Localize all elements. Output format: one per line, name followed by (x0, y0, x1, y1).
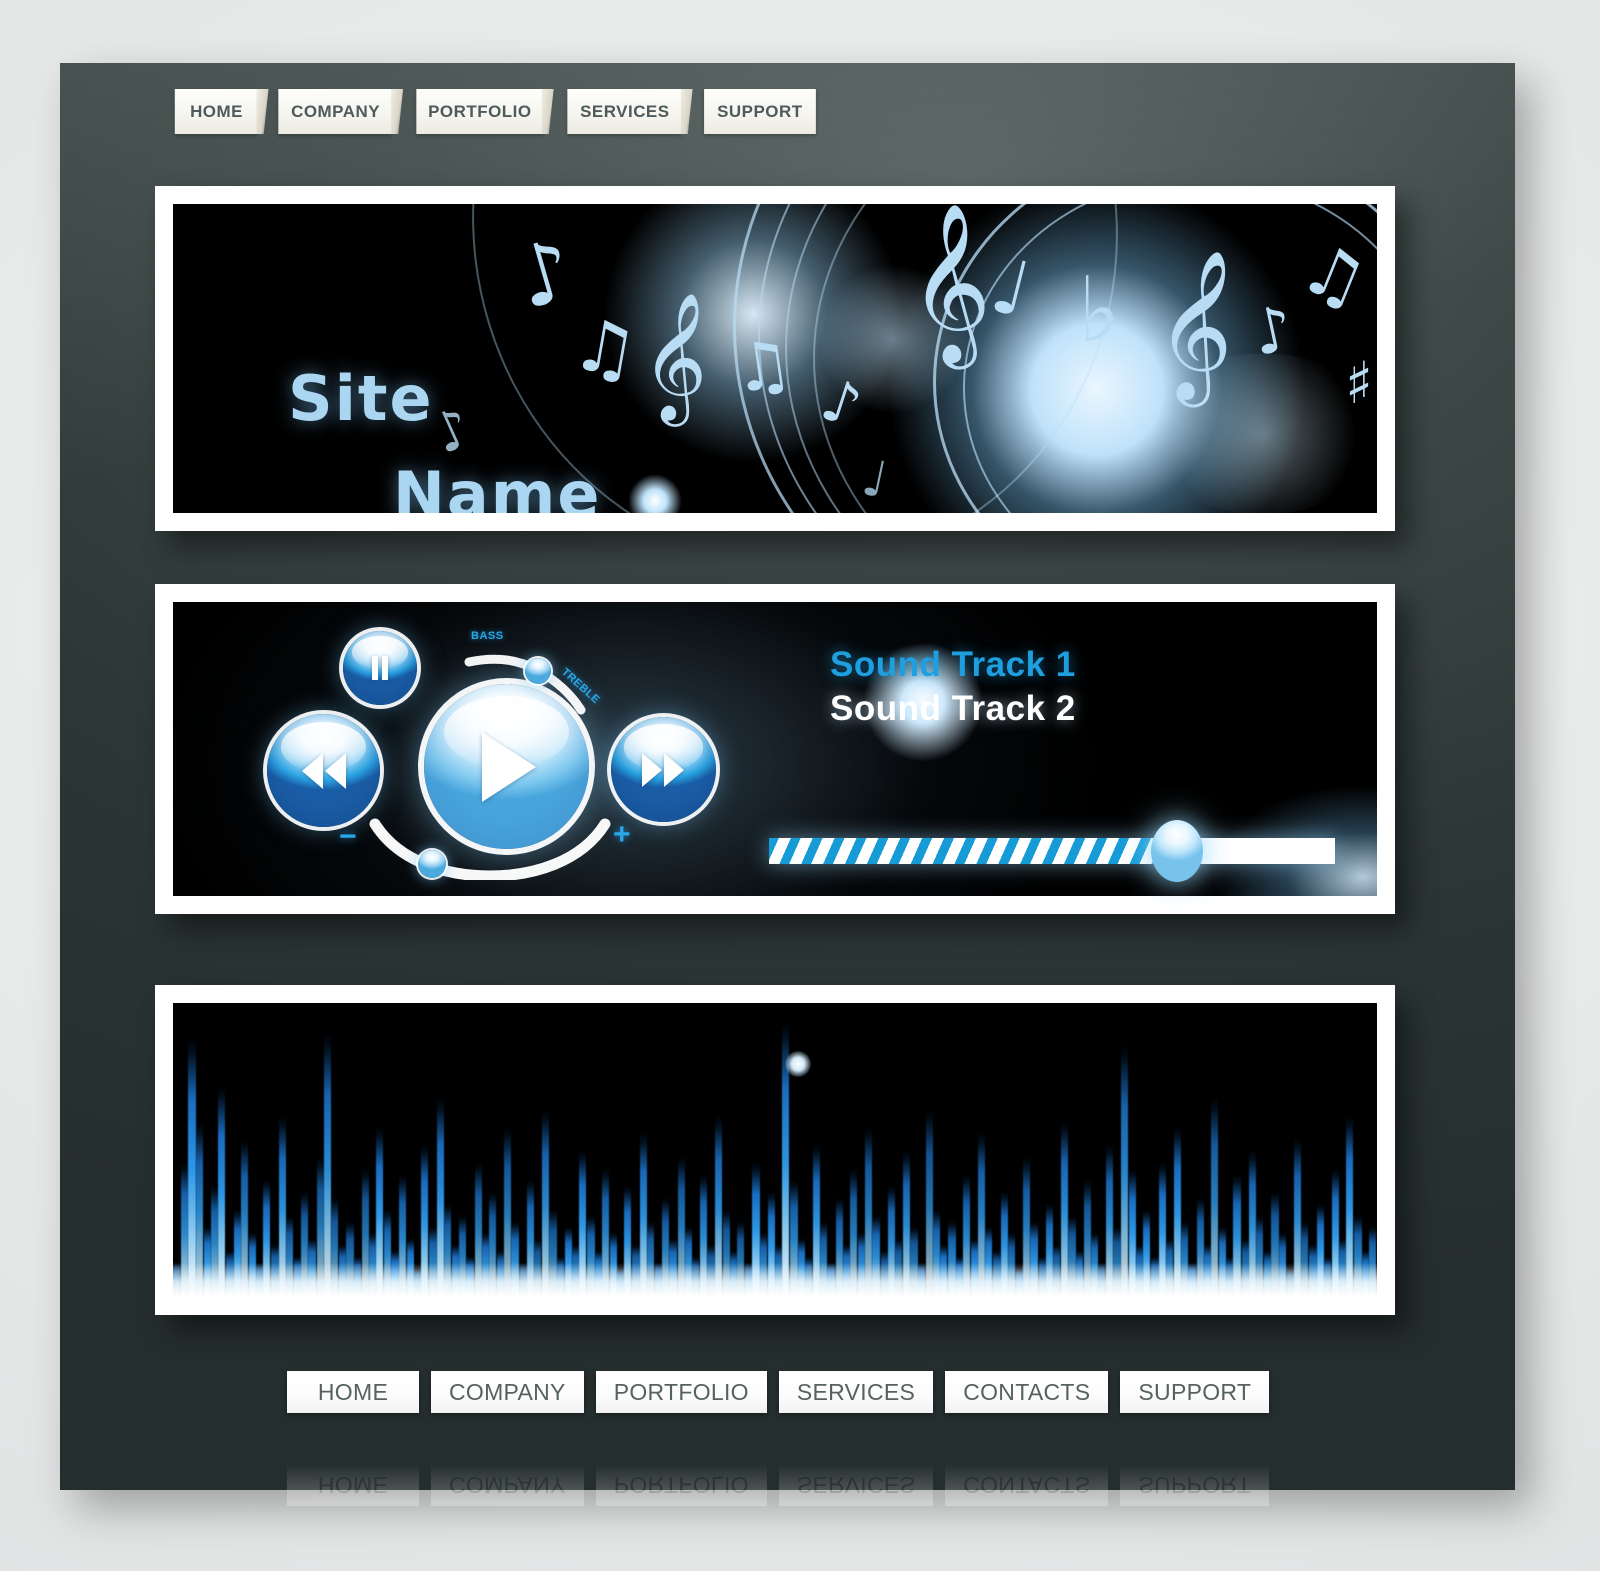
top-nav-item-services[interactable]: SERVICES (567, 89, 683, 134)
bass-label: BASS (471, 630, 504, 642)
site-title-line-2: Name (393, 457, 602, 513)
bottom-nav-reflection-item: CONTACTS (945, 1464, 1109, 1506)
pause-icon (372, 656, 388, 680)
equalizer-knob[interactable] (525, 658, 551, 684)
header-banner: ♪ ♫ 𝄞 ♫ ♪ 𝄞 ♩ ♭ 𝄞 ♪ ♫ ♯ ♪ ♩ Site Na (155, 186, 1395, 531)
visualizer-banner (155, 985, 1395, 1315)
top-nav-label: SUPPORT (717, 101, 804, 121)
bottom-nav-reflection-item: PORTFOLIO (595, 1464, 767, 1506)
top-nav-item-portfolio[interactable]: PORTFOLIO (416, 89, 544, 134)
bottom-nav-label: PORTFOLIO (613, 1378, 749, 1405)
volume-slider[interactable]: − + (339, 818, 631, 880)
spectrum-base-glow (173, 1263, 1377, 1297)
bottom-nav-reflection-label: CONTACTS (963, 1472, 1091, 1499)
top-nav-item-home[interactable]: HOME (174, 89, 259, 134)
bottom-nav-reflection-item: HOME (287, 1464, 419, 1506)
previous-button[interactable] (267, 714, 380, 827)
top-nav-label: PORTFOLIO (428, 101, 532, 121)
flat-sign-icon: ♭ (1078, 258, 1121, 363)
bottom-nav-item-services[interactable]: SERVICES (778, 1371, 934, 1413)
progress-knob[interactable] (1150, 820, 1203, 882)
bottom-nav-label: SERVICES (796, 1378, 916, 1405)
top-nav-label: SERVICES (579, 101, 670, 121)
next-button[interactable] (611, 717, 716, 822)
bottom-nav-item-support[interactable]: SUPPORT (1120, 1371, 1270, 1413)
top-nav-label: COMPANY (291, 101, 381, 121)
bottom-nav-item-company[interactable]: COMPANY (431, 1371, 584, 1413)
bottom-nav-item-portfolio[interactable]: PORTFOLIO (595, 1371, 767, 1413)
top-navigation[interactable]: HOME COMPANY PORTFOLIO SERVICES SUPPORT (168, 89, 829, 134)
spectrum-bar (188, 1038, 196, 1297)
grunge-fleck (1158, 354, 1368, 513)
play-icon (481, 731, 536, 802)
header-banner-art: ♪ ♫ 𝄞 ♫ ♪ 𝄞 ♩ ♭ 𝄞 ♪ ♫ ♯ ♪ ♩ Site Na (173, 204, 1377, 513)
top-nav-item-support[interactable]: SUPPORT (704, 89, 817, 134)
music-artwork: ♪ ♫ 𝄞 ♫ ♪ 𝄞 ♩ ♭ 𝄞 ♪ ♫ ♯ ♪ ♩ Site Na (173, 204, 1377, 513)
volume-minus-label[interactable]: − (339, 822, 357, 852)
bottom-nav-label: HOME (317, 1378, 389, 1405)
bottom-nav-reflection-item: COMPANY (431, 1464, 584, 1506)
bottom-navigation-reflection: HOME COMPANY PORTFOLIO SERVICES CONTACTS… (287, 1464, 1270, 1506)
site-title-line-1: Site (288, 361, 434, 435)
bottom-nav-label: SUPPORT (1138, 1378, 1252, 1405)
progress-bar[interactable] (769, 820, 1335, 882)
bottom-nav-item-contacts[interactable]: CONTACTS (945, 1371, 1109, 1413)
bottom-nav-label: CONTACTS (963, 1378, 1091, 1405)
bottom-nav-reflection-label: COMPANY (449, 1472, 566, 1499)
grunge-fleck (813, 264, 973, 414)
spectrum-bars (173, 1003, 1377, 1297)
bottom-navigation[interactable]: HOME COMPANY PORTFOLIO SERVICES CONTACTS… (287, 1371, 1270, 1413)
visualizer-screen (173, 1003, 1377, 1297)
bottom-nav-item-home[interactable]: HOME (287, 1371, 419, 1413)
equalizer-slider[interactable]: BASS TREBLE (463, 630, 623, 716)
spectrum-bar (1120, 1044, 1128, 1297)
volume-plus-label[interactable]: + (613, 820, 631, 850)
rewind-icon (301, 752, 346, 789)
progress-fill (769, 838, 1177, 864)
fast-forward-icon (641, 752, 684, 787)
canvas: HOME COMPANY PORTFOLIO SERVICES SUPPORT (0, 0, 1600, 1571)
bottom-nav-reflection-item: SERVICES (778, 1464, 934, 1506)
glow-speck (785, 1051, 811, 1077)
track-item-2[interactable]: Sound Track 2 (830, 687, 1076, 731)
spectrum-visualizer (173, 1003, 1377, 1297)
bottom-nav-reflection-item: SUPPORT (1120, 1464, 1270, 1506)
top-nav-label: HOME (190, 101, 243, 121)
pause-button[interactable] (343, 631, 417, 705)
top-nav-item-company[interactable]: COMPANY (278, 89, 393, 134)
site-title: Site Name (288, 351, 748, 513)
bottom-nav-label: COMPANY (449, 1378, 566, 1405)
spectrum-bar (323, 1032, 331, 1297)
bottom-nav-reflection-label: SERVICES (796, 1472, 916, 1499)
bottom-nav-reflection-label: PORTFOLIO (613, 1472, 749, 1499)
track-list: Sound Track 1 Sound Track 2 (830, 643, 1076, 731)
bottom-nav-reflection-label: HOME (317, 1472, 389, 1499)
volume-track (369, 818, 611, 880)
volume-knob[interactable] (418, 850, 446, 878)
track-item-1[interactable]: Sound Track 1 (830, 643, 1076, 687)
bottom-nav-reflection-label: SUPPORT (1138, 1472, 1252, 1499)
